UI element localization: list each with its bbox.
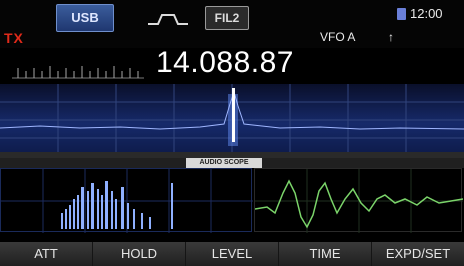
- spectrum-graph: [0, 84, 464, 156]
- time-button[interactable]: TIME: [278, 242, 371, 266]
- oscilloscope[interactable]: [254, 168, 464, 233]
- clock: 12:00: [410, 6, 443, 21]
- level-button[interactable]: LEVEL: [185, 242, 278, 266]
- softkey-bar: ATT HOLD LEVEL TIME EXPD/SET: [0, 242, 464, 266]
- filter-button[interactable]: FIL2: [205, 6, 249, 30]
- frequency-display[interactable]: 14.088.87: [156, 46, 294, 80]
- vfo-label: VFO A: [320, 30, 356, 44]
- vfo-marker: ↑: [388, 30, 394, 44]
- mode-button[interactable]: USB: [56, 4, 114, 32]
- att-button[interactable]: ATT: [0, 242, 92, 266]
- hold-button[interactable]: HOLD: [92, 242, 185, 266]
- audio-spectrum[interactable]: [0, 168, 253, 233]
- filter-shape-icon: [148, 14, 188, 25]
- tx-indicator: TX: [4, 30, 24, 46]
- audio-scope-scale: [0, 232, 464, 242]
- oscilloscope-graph: [254, 169, 464, 233]
- expd-set-button[interactable]: EXPD/SET: [371, 242, 464, 266]
- audio-scope-title: AUDIO SCOPE: [186, 158, 262, 168]
- audio-spectrum-graph: [1, 169, 253, 233]
- sd-card-icon: [397, 8, 406, 20]
- spectrum-display[interactable]: [0, 84, 464, 156]
- s-meter: [12, 66, 144, 79]
- audio-scope-header: AUDIO SCOPE: [0, 158, 464, 168]
